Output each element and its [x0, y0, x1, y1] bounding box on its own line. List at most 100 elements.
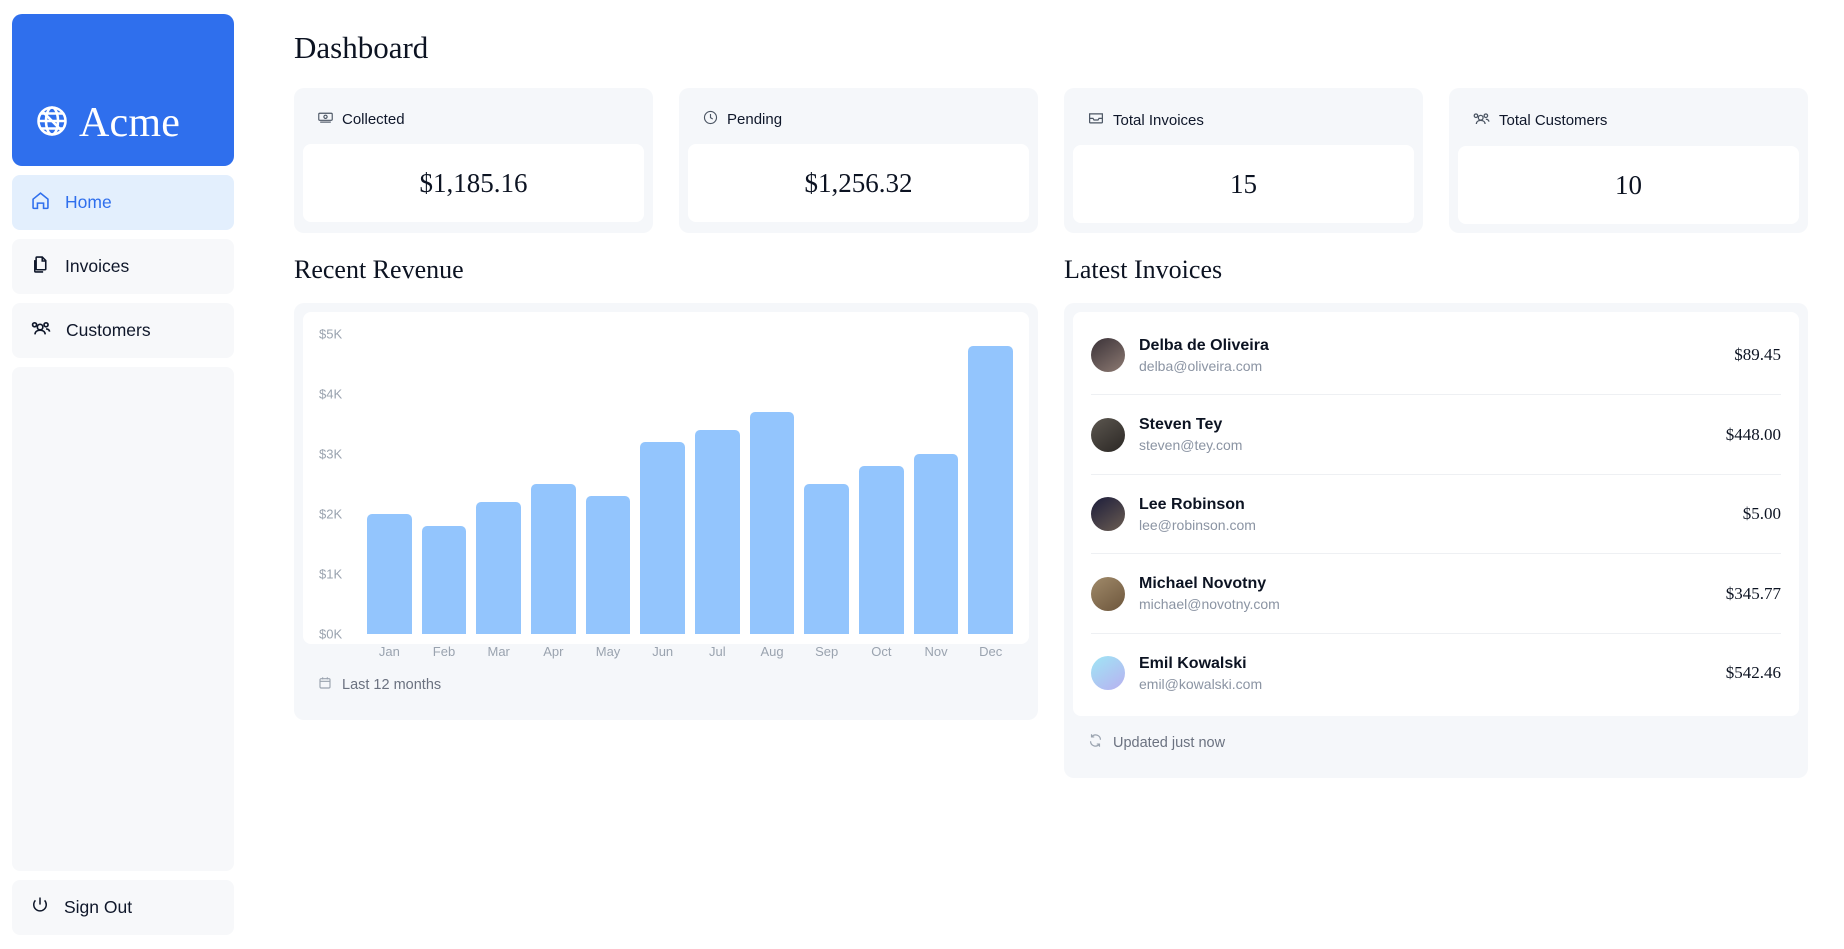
revenue-section: Recent Revenue $5K $4K $3K $2K $1K $0K Jan Feb…: [294, 255, 1038, 778]
chart-bar-column[interactable]: [585, 334, 631, 634]
chart-bar-column[interactable]: [968, 334, 1014, 634]
chart-y-axis: $5K $4K $3K $2K $1K $0K: [319, 327, 367, 642]
chart-bar-column[interactable]: [531, 334, 576, 634]
banknotes-icon: [317, 109, 334, 130]
invoices-section: Latest Invoices Delba de Oliveira delba@o…: [1064, 255, 1808, 779]
chart-bar-column[interactable]: [476, 334, 522, 634]
chart-bar[interactable]: [804, 484, 850, 634]
app-logo[interactable]: Acme: [12, 14, 234, 166]
chart-bar-column[interactable]: [640, 334, 686, 634]
stat-card-total-invoices: Total Invoices 15: [1064, 88, 1423, 233]
sidebar-item-home[interactable]: Home: [12, 175, 234, 230]
chart-bar-column[interactable]: [804, 334, 850, 634]
stat-card-grid: Collected $1,185.16 Pending $1,256.32 To…: [294, 88, 1808, 233]
invoice-customer-email: delba@oliveira.com: [1139, 357, 1263, 374]
invoice-customer-email: steven@tey.com: [1139, 437, 1243, 454]
chart-bar[interactable]: [859, 466, 904, 634]
stat-card-label: Collected: [342, 111, 405, 128]
avatar: [1091, 497, 1125, 532]
chart-bar[interactable]: [695, 430, 740, 634]
invoice-amount: $542.46: [1725, 663, 1781, 683]
chart-bar[interactable]: [640, 442, 686, 634]
revenue-chart: $5K $4K $3K $2K $1K $0K: [303, 312, 1029, 644]
invoice-customer-name: Delba de Oliveira: [1139, 337, 1269, 354]
invoice-meta: Michael Novotny michael@novotny.com: [1139, 573, 1712, 613]
invoice-amount: $89.45: [1734, 345, 1781, 365]
invoice-customer-name: Michael Novotny: [1139, 575, 1267, 593]
home-icon: [30, 190, 51, 216]
stat-card-label: Pending: [727, 111, 783, 128]
latest-invoices-card: Delba de Oliveira delba@oliveira.com $89.4…: [1064, 303, 1808, 779]
invoice-customer-name: Emil Kowalski: [1139, 654, 1247, 672]
chart-x-tick: Dec: [979, 644, 1003, 659]
sidebar-item-label: Invoices: [65, 256, 130, 276]
sidebar-item-customers[interactable]: Customers: [12, 303, 234, 358]
stat-card-header: Collected: [303, 97, 644, 144]
refresh-icon: [1087, 732, 1104, 753]
app-root: Acme Home Invoices Customers Sign Out Da…: [0, 0, 1844, 949]
app-logo-text: Acme: [79, 100, 181, 146]
chart-bar[interactable]: [913, 454, 959, 634]
avatar: [1091, 656, 1125, 691]
stat-card-label: Total Invoices: [1113, 111, 1204, 129]
chart-x-tick: Jul: [709, 644, 726, 659]
stat-card-value: 10: [1458, 146, 1799, 224]
invoice-list: Delba de Oliveira delba@oliveira.com $89.4…: [1073, 312, 1799, 717]
stat-card-total-customers: Total Customers 10: [1449, 88, 1808, 233]
chart-bar[interactable]: [585, 496, 631, 634]
chart-bar[interactable]: [367, 514, 412, 634]
invoice-customer-name: Lee Robinson: [1139, 495, 1245, 513]
sign-out-label: Sign Out: [64, 897, 133, 917]
document-duplicate-icon: [30, 254, 51, 280]
invoice-row[interactable]: Steven Tey steven@tey.com $448.00: [1091, 394, 1781, 473]
chart-x-tick: Mar: [487, 644, 510, 659]
invoice-amount: $345.77: [1725, 583, 1781, 603]
chart-y-tick: $4K: [319, 386, 343, 402]
chart-x-tick: Jan: [378, 644, 400, 659]
invoice-meta: Delba de Oliveira delba@oliveira.com: [1139, 335, 1720, 375]
chart-bar-column[interactable]: [695, 334, 740, 634]
revenue-footer-label: Last 12 months: [342, 677, 442, 693]
chart-x-tick: Feb: [432, 644, 456, 659]
chart-bar[interactable]: [476, 502, 522, 634]
dashboard-sections: Recent Revenue $5K $4K $3K $2K $1K $0K Jan Feb…: [294, 255, 1808, 779]
sidebar-item-invoices[interactable]: Invoices: [12, 239, 234, 294]
invoice-row[interactable]: Michael Novotny michael@novotny.com $345.7…: [1091, 553, 1781, 632]
avatar: [1091, 417, 1125, 452]
chart-plot-area: [367, 334, 1014, 634]
chart-y-tick: $3K: [319, 446, 343, 462]
stat-card-header: Total Customers: [1458, 97, 1799, 146]
stat-card-label: Total Customers: [1499, 112, 1608, 129]
chart-x-tick: Apr: [543, 644, 564, 659]
chart-bar[interactable]: [531, 484, 576, 634]
invoice-meta: Lee Robinson lee@robinson.com: [1139, 494, 1729, 534]
avatar: [1091, 338, 1125, 373]
chart-bar-column[interactable]: [749, 334, 795, 634]
chart-y-tick: $1K: [319, 566, 343, 582]
invoices-footer: Updated just now: [1073, 716, 1799, 769]
sidebar-item-label: Customers: [66, 320, 151, 340]
invoice-amount: $448.00: [1725, 424, 1781, 444]
chart-x-axis: Jan Feb Mar Apr May Jun Jul Aug Sep Oct Nov Dec: [351, 644, 1029, 659]
chart-bar-column[interactable]: [913, 334, 959, 634]
invoice-customer-email: emil@kowalski.com: [1139, 675, 1263, 692]
page-title: Dashboard: [294, 30, 429, 65]
chart-y-tick: $5K: [319, 326, 343, 342]
chart-bar-column[interactable]: [421, 334, 467, 634]
chart-x-tick: Jun: [652, 644, 674, 659]
sign-out-button[interactable]: Sign Out: [12, 880, 234, 935]
invoice-row[interactable]: Lee Robinson lee@robinson.com $5.00: [1091, 473, 1781, 553]
chart-x-tick: Oct: [871, 644, 892, 659]
revenue-title: Recent Revenue: [294, 255, 464, 284]
power-icon: [30, 895, 50, 920]
chart-bar[interactable]: [421, 526, 467, 634]
invoice-meta: Emil Kowalski emil@kowalski.com: [1139, 653, 1712, 693]
chart-bar[interactable]: [968, 346, 1014, 634]
chart-bar[interactable]: [749, 412, 795, 634]
sidebar: Acme Home Invoices Customers Sign Out: [0, 0, 246, 949]
chart-bar-column[interactable]: [367, 334, 412, 634]
chart-bar-column[interactable]: [859, 334, 904, 634]
invoice-row[interactable]: Emil Kowalski emil@kowalski.com $542.46: [1091, 632, 1781, 712]
invoice-row[interactable]: Delba de Oliveira delba@oliveira.com $89.4…: [1091, 316, 1781, 394]
avatar: [1091, 576, 1125, 611]
